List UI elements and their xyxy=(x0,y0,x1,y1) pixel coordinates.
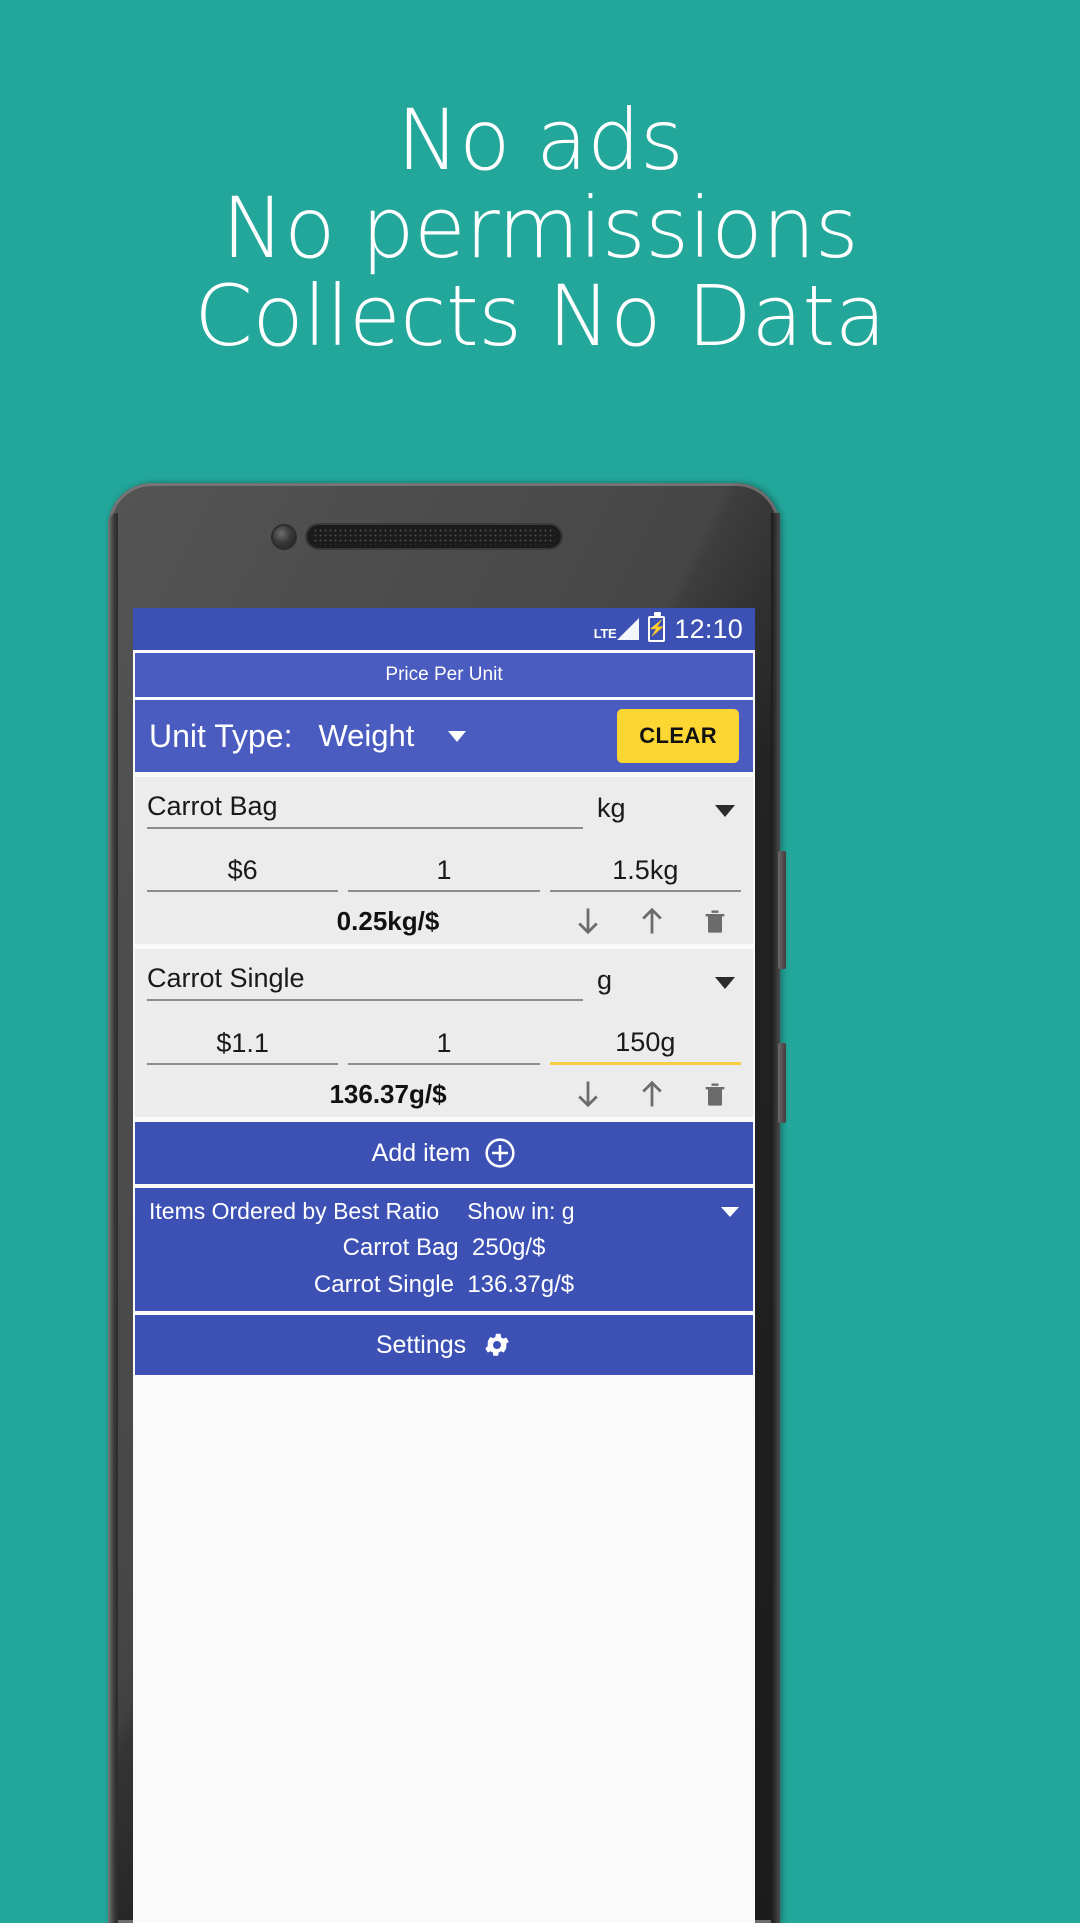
item-card-row-result: 0.25kg/$ xyxy=(147,892,741,938)
item-price-input[interactable]: $1.1 xyxy=(147,1028,339,1065)
front-camera-icon xyxy=(273,526,295,548)
item-ratio-value: 136.37g/$ xyxy=(329,1078,447,1109)
battery-bolt-glyph: ⚡ xyxy=(647,619,667,637)
network-indicator: LTE xyxy=(594,618,640,640)
item-name-input[interactable]: Carrot Single xyxy=(147,963,583,1001)
earpiece-speaker-icon xyxy=(307,525,561,548)
show-in-value[interactable]: g xyxy=(562,1198,575,1224)
item-card: Carrot Single g $1.1 1 150g 136.37g/$ xyxy=(135,949,753,1117)
item-action-icons xyxy=(573,904,741,938)
settings-button[interactable]: Settings xyxy=(135,1315,753,1375)
add-item-button[interactable]: Add item xyxy=(135,1122,753,1184)
item-unit-select[interactable]: kg xyxy=(597,793,715,829)
app-title-bar: Price Per Unit xyxy=(135,653,753,697)
item-price-input[interactable]: $6 xyxy=(147,855,339,892)
settings-label: Settings xyxy=(375,1330,467,1359)
arrow-up-icon[interactable] xyxy=(637,1077,667,1111)
volume-button[interactable] xyxy=(778,1043,786,1123)
signal-bars-icon xyxy=(617,618,640,640)
item-amount-input[interactable]: 150g xyxy=(549,1027,741,1065)
promo-line-3: Collects No Data xyxy=(194,267,886,365)
trash-icon[interactable] xyxy=(701,1077,729,1111)
phone-mockup: LTE ⚡ 12:10 Price Per Unit Unit Type: We… xyxy=(108,483,786,1923)
unit-type-bar: Unit Type: Weight CLEAR xyxy=(135,700,753,772)
item-action-icons xyxy=(573,1077,741,1111)
phone-left-edge xyxy=(108,513,118,1923)
ordered-list-item: Carrot Bag 250g/$ xyxy=(135,1225,753,1262)
battery-charging-icon: ⚡ xyxy=(647,612,667,642)
unit-type-label: Unit Type: xyxy=(149,717,293,754)
ordered-item-ratio: 136.37g/$ xyxy=(467,1271,575,1298)
item-card-row-values: $1.1 1 150g xyxy=(147,1001,741,1065)
ordered-items-panel: Items Ordered by Best Ratio Show in: g C… xyxy=(135,1188,753,1311)
ordered-list-item: Carrot Single 136.37g/$ xyxy=(135,1262,753,1299)
arrow-up-icon[interactable] xyxy=(637,904,667,938)
item-card-row-result: 136.37g/$ xyxy=(147,1065,741,1111)
arrow-down-icon[interactable] xyxy=(573,1077,603,1111)
show-in-label: Show in: xyxy=(467,1198,556,1224)
status-bar-clock: 12:10 xyxy=(674,613,743,644)
item-quantity-input[interactable]: 1 xyxy=(348,1028,540,1065)
ordered-item-name: Carrot Bag xyxy=(342,1234,459,1261)
chevron-down-icon[interactable] xyxy=(715,977,735,989)
ordered-item-ratio: 250g/$ xyxy=(472,1234,546,1261)
item-card-row-name: Carrot Single g xyxy=(147,949,741,1001)
phone-right-edge xyxy=(771,513,780,1923)
chevron-down-icon[interactable] xyxy=(448,730,467,742)
item-name-input[interactable]: Carrot Bag xyxy=(147,791,583,829)
unit-type-value[interactable]: Weight xyxy=(318,718,414,754)
promo-headline: No ads No permissions Collects No Data xyxy=(0,96,1080,360)
chevron-down-icon[interactable] xyxy=(721,1206,739,1217)
promo-line-1: No ads xyxy=(396,91,684,189)
power-button[interactable] xyxy=(778,851,786,969)
item-card-row-values: $6 1 1.5kg xyxy=(147,829,741,892)
item-card: Carrot Bag kg $6 1 1.5kg 0.25kg/$ xyxy=(135,777,753,944)
ordered-panel-title: Items Ordered by Best Ratio xyxy=(149,1198,440,1224)
item-card-row-name: Carrot Bag kg xyxy=(147,777,741,829)
item-amount-input[interactable]: 1.5kg xyxy=(549,855,741,892)
promo-line-2: No permissions xyxy=(221,179,859,277)
page-title: Price Per Unit xyxy=(385,664,503,685)
add-item-label: Add item xyxy=(371,1138,471,1167)
item-unit-select[interactable]: g xyxy=(597,965,715,1001)
show-in-group[interactable]: Show in: g xyxy=(467,1198,574,1225)
item-ratio-value: 0.25kg/$ xyxy=(336,905,440,936)
phone-screen: LTE ⚡ 12:10 Price Per Unit Unit Type: We… xyxy=(133,608,755,1923)
lte-label: LTE xyxy=(593,626,617,641)
item-quantity-input[interactable]: 1 xyxy=(348,855,540,892)
plus-circle-icon xyxy=(485,1138,515,1168)
status-bar: LTE ⚡ 12:10 xyxy=(133,608,755,650)
ordered-item-name: Carrot Single xyxy=(313,1271,454,1298)
trash-icon[interactable] xyxy=(701,904,729,938)
chevron-down-icon[interactable] xyxy=(715,805,735,817)
ordered-panel-header: Items Ordered by Best Ratio Show in: g xyxy=(135,1198,753,1225)
arrow-down-icon[interactable] xyxy=(573,904,603,938)
clear-button[interactable]: CLEAR xyxy=(617,709,739,763)
gear-icon xyxy=(485,1333,509,1356)
